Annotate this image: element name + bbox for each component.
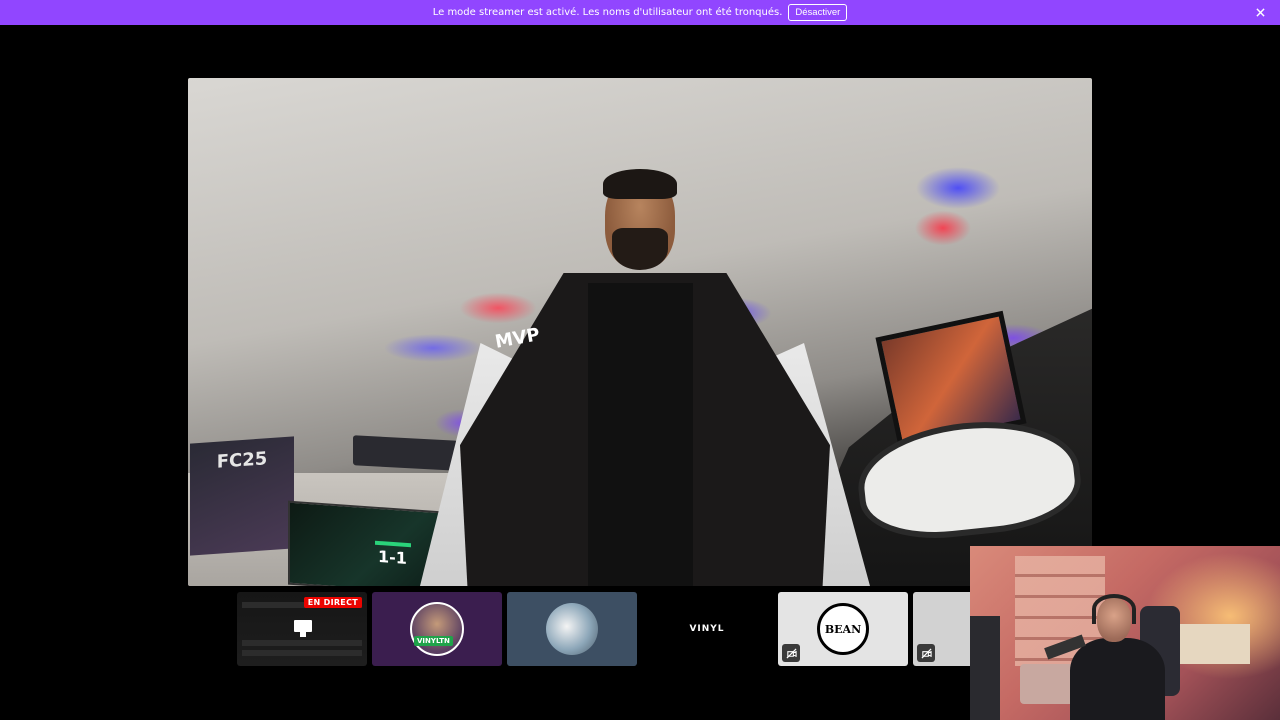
video-poster: FC25: [190, 436, 294, 556]
participant-avatar: BEAN: [817, 603, 869, 655]
video-off-glyph: [920, 647, 932, 659]
cam-monitor: [970, 616, 1000, 720]
streamer-mode-banner: Le mode streamer est activé. Les noms d'…: [0, 0, 1280, 25]
avatar-logo-text: BEAN: [824, 622, 862, 636]
person-shirt: [588, 283, 693, 586]
video-off-icon: [782, 644, 800, 662]
participant-tile-2[interactable]: VINYLTN: [372, 592, 502, 666]
person-beard: [612, 228, 668, 270]
main-video-feed[interactable]: FC25 1-1 MVP: [188, 78, 1092, 586]
monitor-stand: [300, 632, 306, 637]
participant-avatar: VINYL: [681, 603, 733, 655]
participant-avatar: [546, 603, 598, 655]
close-banner-button[interactable]: [1253, 5, 1268, 20]
person-hair: [603, 169, 677, 199]
banner-message: Le mode streamer est activé. Les noms d'…: [432, 7, 783, 18]
streamer-webcam-overlay: [970, 546, 1280, 720]
headphones-icon: [1092, 594, 1136, 624]
video-person: MVP: [420, 169, 870, 586]
tv-score: 1-1: [378, 546, 407, 568]
participant-avatar: [410, 602, 464, 656]
participant-tile-4[interactable]: VINYL: [642, 592, 772, 666]
participant-tile-5[interactable]: BEAN: [778, 592, 908, 666]
live-badge: EN DIRECT: [303, 597, 362, 608]
participant-tile-screen-share[interactable]: EN DIRECT: [237, 592, 367, 666]
avatar-logo-text: VINYL: [689, 624, 725, 634]
participant-tag: VINYLTN: [414, 636, 453, 646]
preview-row: [242, 640, 362, 646]
monitor-icon: [294, 620, 312, 632]
cam-desk: [1180, 624, 1250, 664]
participant-tile-3[interactable]: [507, 592, 637, 666]
disable-streamer-mode-button[interactable]: Désactiver: [788, 4, 848, 21]
close-icon: [1256, 8, 1265, 17]
video-off-glyph: [785, 647, 797, 659]
participant-tile-6[interactable]: [913, 592, 973, 666]
poster-text: FC25: [216, 448, 268, 473]
video-off-icon: [917, 644, 935, 662]
preview-row: [242, 650, 362, 656]
video-tv-screen: 1-1: [288, 500, 442, 586]
cam-person-body: [1070, 638, 1165, 720]
